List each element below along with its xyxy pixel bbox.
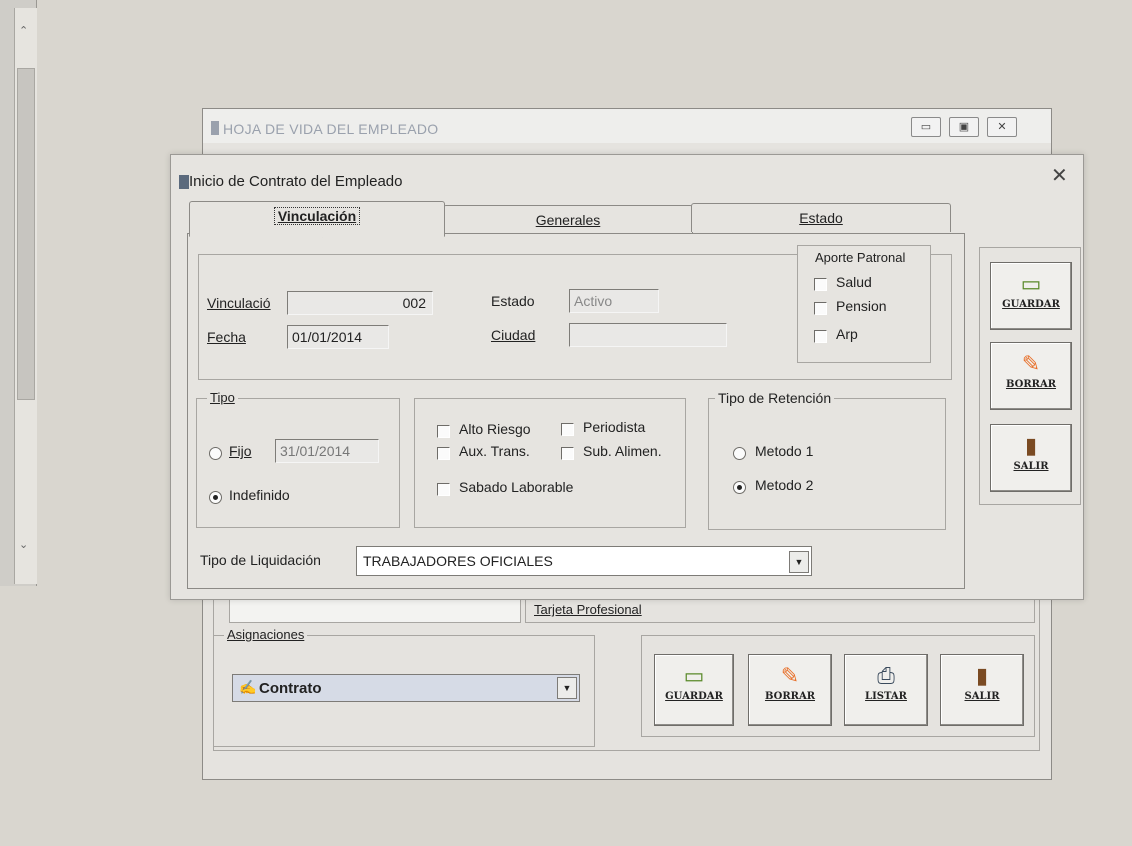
asignaciones-value: Contrato xyxy=(259,680,322,697)
dialog-close-icon[interactable]: ✕ xyxy=(1051,163,1068,188)
dialog-button-group: ▭ GUARDAR ✎ BORRAR ▮ SALIR xyxy=(979,247,1081,505)
salud-checkbox[interactable] xyxy=(814,278,827,291)
door-icon: ▮ xyxy=(1024,433,1038,458)
tarjeta-profesional-label: Tarjeta Profesional xyxy=(534,602,642,617)
fecha-label: Fecha xyxy=(207,329,246,345)
aux-trans-checkbox[interactable] xyxy=(437,447,450,460)
metodo1-label: Metodo 1 xyxy=(755,443,814,459)
sub-alimen-checkbox[interactable] xyxy=(561,447,574,460)
asignaciones-legend: Asignaciones xyxy=(224,627,308,642)
bg-listar-button[interactable]: ⎙ LISTAR xyxy=(844,654,928,726)
asignaciones-group: Asignaciones ✍ Contrato ▼ xyxy=(213,627,595,747)
alto-riesgo-label: Alto Riesgo xyxy=(459,421,531,437)
periodista-label: Periodista xyxy=(583,419,646,435)
arp-label: Arp xyxy=(836,326,858,342)
bg-text-field[interactable] xyxy=(229,597,521,623)
sabado-laborable-label: Sabado Laborable xyxy=(459,479,574,495)
close-icon[interactable]: ✕ xyxy=(987,117,1017,137)
hoja-de-vida-titlebar: HOJA DE VIDA DEL EMPLEADO ▭ ▣ ✕ xyxy=(203,109,1051,143)
fijo-date-input[interactable]: 31/01/2014 xyxy=(275,439,379,463)
dialog-title: Inicio de Contrato del Empleado xyxy=(189,173,403,190)
alto-riesgo-checkbox[interactable] xyxy=(437,425,450,438)
periodista-checkbox[interactable] xyxy=(561,423,574,436)
tipo-liquidacion-label: Tipo de Liquidación xyxy=(200,552,321,568)
chevron-down-icon[interactable]: ▼ xyxy=(789,551,809,573)
minimize-icon[interactable]: ▭ xyxy=(911,117,941,137)
tipo-retencion-group: Tipo de Retención Metodo 1 Metodo 2 xyxy=(708,390,946,530)
inicio-contrato-dialog: Inicio de Contrato del Empleado ✕ Vincul… xyxy=(170,154,1084,600)
tipo-legend: Tipo xyxy=(207,390,238,405)
ciudad-label: Ciudad xyxy=(491,327,536,343)
door-icon: ▮ xyxy=(975,663,989,688)
aporte-patronal-legend: Aporte Patronal xyxy=(812,250,909,265)
bg-borrar-button[interactable]: ✎ BORRAR xyxy=(748,654,832,726)
bg-salir-button[interactable]: ▮ SALIR xyxy=(940,654,1024,726)
bed-icon: ▭ xyxy=(1020,271,1042,296)
vinculacion-frame: Vinculació 002 Fecha 01/01/2014 Estado A… xyxy=(198,245,952,380)
vinculacio-label: Vinculació xyxy=(207,295,271,311)
metodo2-label: Metodo 2 xyxy=(755,477,814,493)
chevron-down-icon[interactable]: ▼ xyxy=(557,677,577,699)
borrar-button[interactable]: ✎ BORRAR xyxy=(990,342,1072,410)
guardar-button[interactable]: ▭ GUARDAR xyxy=(990,262,1072,330)
estado-input[interactable]: Activo xyxy=(569,289,659,313)
asignaciones-combo[interactable]: ✍ Contrato ▼ xyxy=(232,674,580,702)
tipo-liquidacion-value: TRABAJADORES OFICIALES xyxy=(363,553,553,569)
eraser-icon: ✎ xyxy=(1021,351,1041,376)
fijo-label: Fijo xyxy=(229,443,252,459)
tipo-liquidacion-combo[interactable]: TRABAJADORES OFICIALES ▼ xyxy=(356,546,812,576)
options-group: Alto Riesgo Periodista Aux. Trans. Sub. … xyxy=(414,398,686,528)
salud-label: Salud xyxy=(836,274,872,290)
fijo-radio[interactable] xyxy=(209,447,222,460)
scroll-thumb[interactable] xyxy=(17,68,35,400)
tarjeta-profesional-field[interactable]: Tarjeta Profesional xyxy=(525,597,1035,623)
scroll-up-icon[interactable]: ⌃ xyxy=(19,24,28,37)
aporte-patronal-group: Aporte Patronal Salud Pension Arp xyxy=(797,245,931,363)
hoja-de-vida-title: HOJA DE VIDA DEL EMPLEADO xyxy=(223,121,439,137)
maximize-icon[interactable]: ▣ xyxy=(949,117,979,137)
tab-vinculacion[interactable]: Vinculación xyxy=(189,201,445,237)
bg-guardar-button[interactable]: ▭ GUARDAR xyxy=(654,654,734,726)
contract-icon: ✍ xyxy=(239,679,257,695)
salir-button[interactable]: ▮ SALIR xyxy=(990,424,1072,492)
dialog-app-icon xyxy=(179,175,189,189)
printer-icon: ⎙ xyxy=(877,663,895,688)
vinculacio-input[interactable]: 002 xyxy=(287,291,433,315)
metodo2-radio[interactable] xyxy=(733,481,746,494)
metodo1-radio[interactable] xyxy=(733,447,746,460)
pension-label: Pension xyxy=(836,298,887,314)
tab-generales[interactable]: Generales xyxy=(443,205,693,234)
tipo-group: Tipo Fijo 31/01/2014 Indefinido xyxy=(196,390,400,528)
bg-button-group: ▭ GUARDAR ✎ BORRAR ⎙ LISTAR ▮ SALIR xyxy=(641,635,1035,737)
sabado-laborable-checkbox[interactable] xyxy=(437,483,450,496)
eraser-icon: ✎ xyxy=(780,663,800,688)
pension-checkbox[interactable] xyxy=(814,302,827,315)
arp-checkbox[interactable] xyxy=(814,330,827,343)
indefinido-radio[interactable] xyxy=(209,491,222,504)
estado-label: Estado xyxy=(491,293,535,309)
sub-alimen-label: Sub. Alimen. xyxy=(583,443,662,459)
aux-trans-label: Aux. Trans. xyxy=(459,443,530,459)
tab-panel: Vinculació 002 Fecha 01/01/2014 Estado A… xyxy=(187,233,965,589)
app-icon xyxy=(211,121,219,135)
tab-estado[interactable]: Estado xyxy=(691,203,951,232)
scroll-down-icon[interactable]: ⌄ xyxy=(19,538,28,551)
indefinido-label: Indefinido xyxy=(229,487,290,503)
tipo-retencion-legend: Tipo de Retención xyxy=(715,390,835,406)
left-scrollbar[interactable]: ⌃ ⌄ xyxy=(14,8,37,584)
ciudad-input[interactable] xyxy=(569,323,727,347)
bed-icon: ▭ xyxy=(683,663,705,688)
fecha-input[interactable]: 01/01/2014 xyxy=(287,325,389,349)
